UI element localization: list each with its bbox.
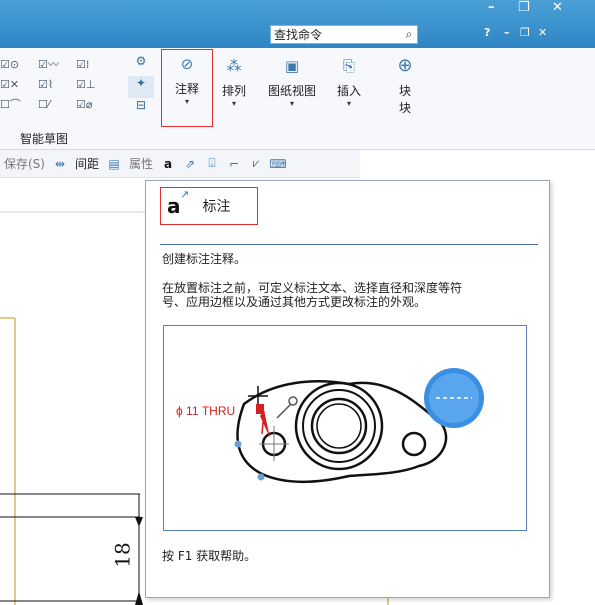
secondary-toolbar: 保存(S) ⇹ 间距 ▤ 属性 a ⇗ ⍗ ⌐ ⩗ ⌨ (0, 150, 360, 178)
properties-icon: ▤ (108, 156, 120, 171)
tooltip-title: 标注 (202, 199, 231, 215)
sketch-tool[interactable]: ☑✕ (0, 78, 32, 91)
finish-sketch-icon[interactable]: ⊟ (128, 98, 154, 120)
tooltip-preview-image: ϕ 11 THRU (163, 325, 527, 531)
doc-close-icon[interactable]: ✕ (538, 26, 547, 39)
block-button[interactable]: ⊕ 块 块 (388, 52, 422, 128)
sketch-tool[interactable]: ☑⌇ (38, 78, 70, 91)
properties-button[interactable]: 属性 (125, 155, 157, 172)
drawing-view-icon: ▣ (284, 57, 300, 75)
save-button[interactable]: 保存(S) (0, 155, 49, 172)
tooltip-panel: a ↗ 标注 创建标注注释。 在放置标注之前，可定义标注文本、选择直径和深度等符 … (145, 180, 550, 598)
tooltip-detail-line: 在放置标注之前，可定义标注文本、选择直径和深度等符 (162, 281, 463, 295)
pattern-button[interactable]: ⁂ 排列 ▾ (217, 52, 251, 128)
spacing-icon: ⇹ (54, 156, 66, 171)
flange-part-illustration (234, 368, 484, 483)
sketch-tool[interactable]: ☐⁄ (38, 98, 70, 111)
doc-restore-icon[interactable]: ❐ (520, 26, 530, 39)
snap-point-icon[interactable]: ✦ (128, 76, 154, 98)
small-tools-column: ⚙ ✦ ⊟ (128, 54, 154, 120)
tooltip-detail: 在放置标注之前，可定义标注文本、选择直径和深度等符 号、应用边框以及通过其他方式… (162, 281, 522, 309)
notes-label: 注释 (174, 82, 199, 96)
datum-icon[interactable]: ⍗ (201, 156, 223, 171)
notes-icon: ⊘ (180, 55, 194, 73)
minimize-icon[interactable]: – (488, 0, 495, 15)
sketch-group-label: 智能草图 (20, 132, 69, 146)
chevron-down-icon: ▾ (289, 99, 294, 108)
tooltip-detail-line: 号、应用边框以及通过其他方式更改标注的外观。 (162, 295, 427, 309)
block-label: 块 (398, 84, 411, 98)
sketch-tool[interactable]: ☑⌀ (76, 98, 108, 111)
pattern-label: 排列 (221, 84, 246, 98)
preview-thread-label: ϕ 11 THRU (176, 404, 236, 418)
sketch-row: ☑✕ ☑⌇ ☑⊥ (0, 74, 125, 94)
restore-icon[interactable]: ❐ (518, 0, 530, 15)
insert-label: 插入 (336, 84, 361, 98)
tooltip-divider (160, 244, 538, 245)
sketch-row: ☐⌒ ☐⁄ ☑⌀ (0, 94, 125, 114)
leader-icon[interactable]: ⇗ (179, 157, 201, 171)
tooltip-description: 创建标注注释。 (162, 252, 247, 266)
sketch-tool[interactable]: ☑〰 (38, 56, 70, 72)
chevron-down-icon: ▾ (346, 99, 351, 108)
weld-symbol-icon[interactable]: ⩗ (245, 156, 267, 171)
surface-finish-icon[interactable]: ⌨ (267, 157, 289, 171)
sketch-tool[interactable]: ☑⊙ (0, 58, 32, 71)
spacing-button[interactable]: 间距 (71, 155, 103, 172)
sketch-tool[interactable]: ☑⊥ (76, 78, 108, 91)
tooltip-help-text: 按 F1 获取帮助。 (162, 549, 257, 563)
block-add-icon: ⊕ (397, 55, 413, 76)
tooltip-header: a ↗ 标注 (160, 187, 258, 225)
annotation-a-icon[interactable]: a (157, 157, 179, 171)
block-sublabel: 块 (398, 101, 411, 115)
chevron-down-icon: ▾ (184, 97, 189, 106)
drawing-views-button[interactable]: ▣ 图纸视图 ▾ (260, 52, 324, 128)
close-icon[interactable]: ✕ (552, 0, 563, 15)
command-search-box[interactable]: 查找命令 ⌕ (270, 25, 418, 44)
insert-button[interactable]: ⎘ 插入 ▾ (332, 52, 366, 128)
chevron-down-icon: ▾ (231, 99, 236, 108)
search-placeholder: 查找命令 (274, 28, 323, 42)
dimension-value: 18 (110, 542, 135, 568)
help-icon[interactable]: ? (484, 26, 490, 39)
insert-icon: ⎘ (342, 57, 355, 75)
sketch-tool[interactable]: ☑⁞ (76, 58, 108, 71)
title-bar: 查找命令 ⌕ – ❐ ✕ ? – ❐ ✕ (0, 0, 595, 48)
search-icon[interactable]: ⌕ (401, 27, 417, 42)
ribbon: ☑⊙ ☑〰 ☑⁞ ☑✕ ☑⌇ ☑⊥ ☐⌒ ☐⁄ ☑⌀ 智能草图 ⚙ ✦ ⊟ ⊘ … (0, 48, 595, 150)
drawing-views-label: 图纸视图 (267, 84, 316, 98)
annotation-icon: a ↗ (167, 188, 190, 218)
sketch-tool[interactable]: ☐⌒ (0, 96, 32, 112)
notes-button[interactable]: ⊘ 注释 ▾ (161, 49, 213, 127)
pattern-icon: ⁂ (226, 57, 242, 75)
sketch-settings-icon[interactable]: ⚙ (128, 54, 154, 76)
sketch-row: ☑⊙ ☑〰 ☑⁞ (0, 54, 125, 74)
sketch-tools-grid: ☑⊙ ☑〰 ☑⁞ ☑✕ ☑⌇ ☑⊥ ☐⌒ ☐⁄ ☑⌀ (0, 54, 125, 114)
doc-minimize-icon[interactable]: – (504, 26, 510, 39)
feature-control-icon[interactable]: ⌐ (223, 157, 245, 171)
